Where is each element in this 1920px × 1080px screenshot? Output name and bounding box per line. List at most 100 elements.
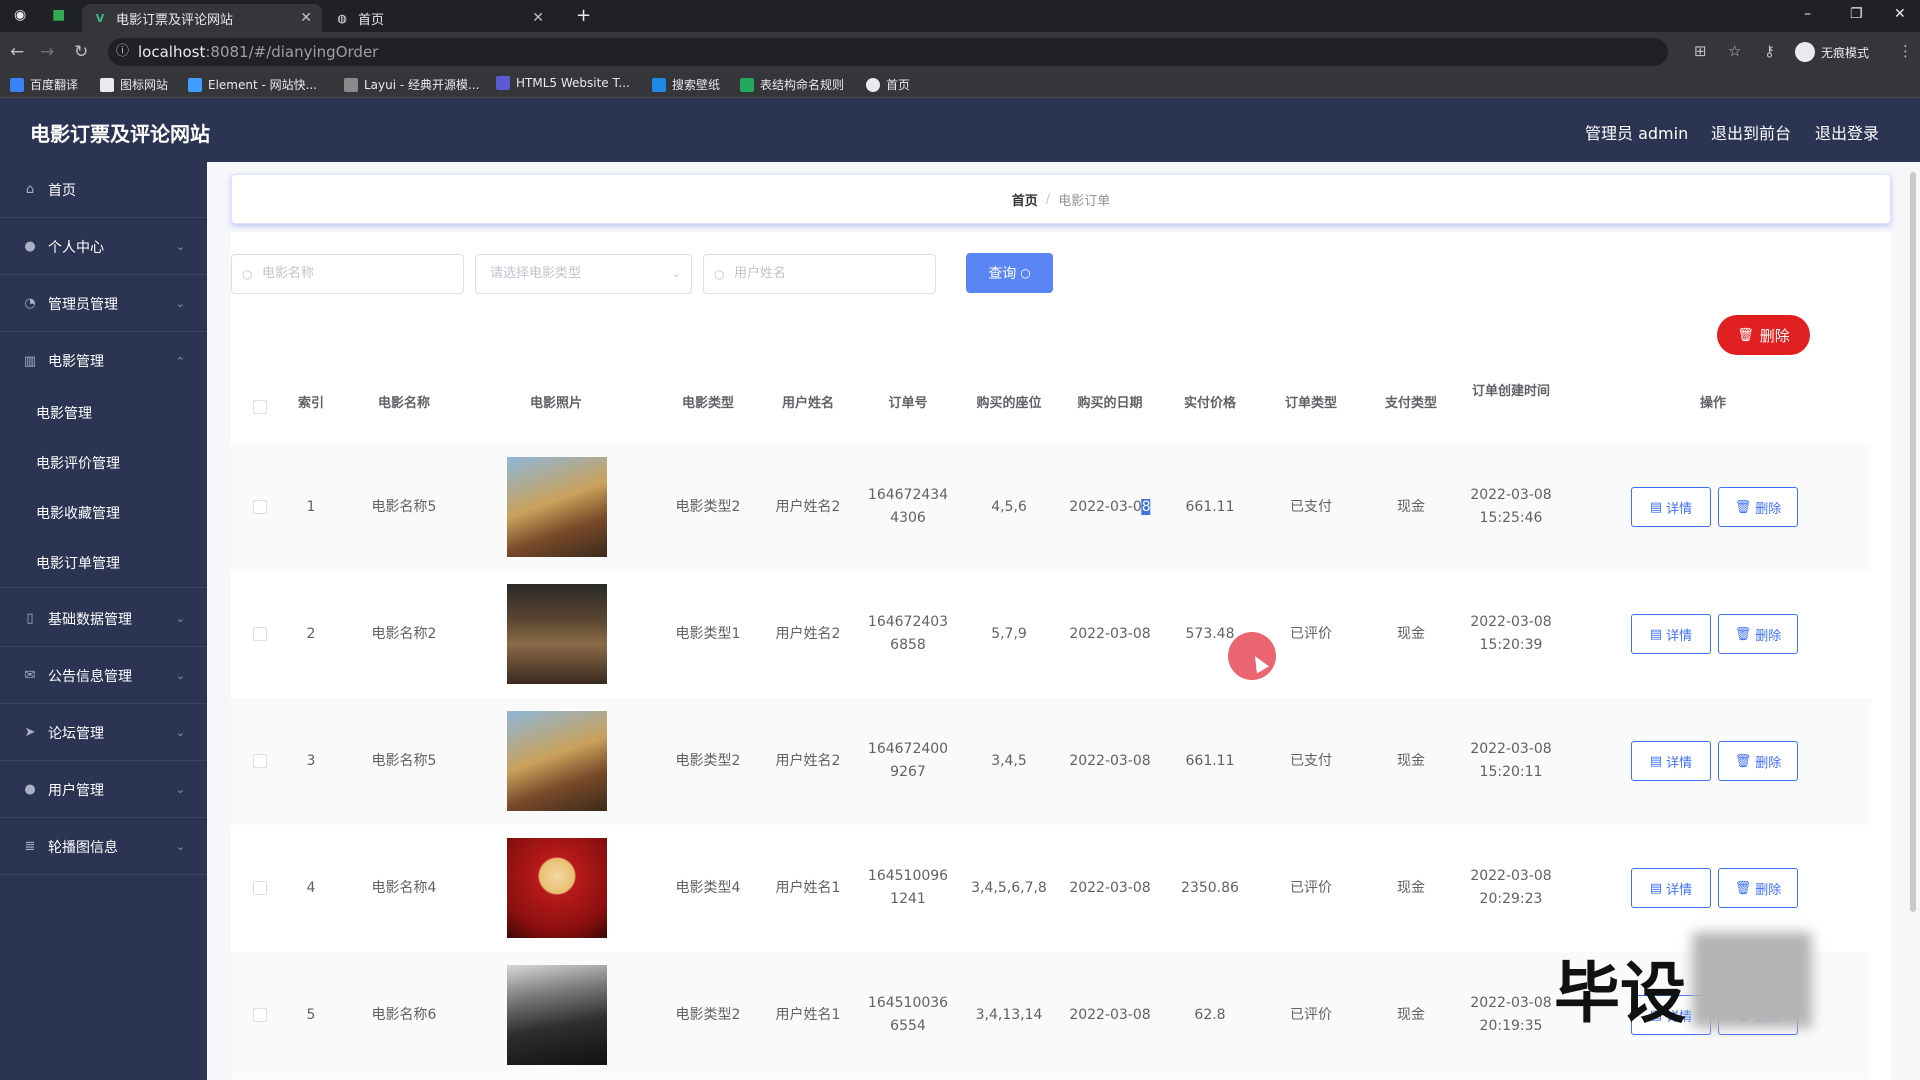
logout-link[interactable]: 退出登录 bbox=[1815, 120, 1879, 144]
sidebar-item-users[interactable]: ● 用户管理 ⌄ bbox=[0, 762, 207, 818]
browser-menu-icon[interactable]: ◉ bbox=[14, 7, 26, 23]
more-icon[interactable]: ⋮ bbox=[1898, 42, 1913, 60]
document-icon: ▤ bbox=[1649, 626, 1663, 642]
restore-icon[interactable]: ❐ bbox=[1850, 6, 1863, 22]
detail-button[interactable]: ▤ 详情 bbox=[1631, 741, 1711, 781]
cell-type: 电影类型2 bbox=[675, 1007, 741, 1023]
bookmark-icon bbox=[188, 77, 202, 92]
tab-app[interactable]: V 电影订票及评论网站 ✕ bbox=[82, 4, 322, 32]
cell-name: 电影名称4 bbox=[371, 880, 437, 896]
cell-seats: 3,4,13,14 bbox=[975, 1007, 1043, 1023]
detail-button[interactable]: ▤ 详情 bbox=[1631, 868, 1711, 908]
bookmark-item[interactable]: 图标网站 bbox=[100, 76, 168, 93]
sidebar-item-forum[interactable]: ➤ 论坛管理 ⌄ bbox=[0, 705, 207, 761]
bookmark-item[interactable]: 首页 bbox=[866, 76, 910, 93]
bookmark-item[interactable]: Layui - 经典开源模... bbox=[344, 76, 479, 93]
user-icon: ● bbox=[24, 239, 36, 254]
cell-index: 2 bbox=[306, 626, 316, 642]
trash-icon: 🗑 bbox=[1734, 880, 1752, 896]
url-field[interactable]: ⓘ localhost:8081/#/dianyingOrder bbox=[108, 38, 1668, 66]
delete-button[interactable]: 🗑删除 bbox=[1718, 868, 1798, 908]
row-checkbox[interactable] bbox=[253, 500, 267, 514]
row-checkbox[interactable] bbox=[253, 1008, 267, 1022]
scrollbar[interactable] bbox=[1910, 172, 1916, 912]
key-icon[interactable]: ⚷ bbox=[1764, 42, 1775, 60]
cell-date: 2022-03-08 bbox=[1069, 626, 1151, 642]
close-window-icon[interactable]: ✕ bbox=[1894, 6, 1906, 22]
breadcrumb-home[interactable]: 首页 bbox=[1012, 190, 1038, 209]
minimize-icon[interactable]: – bbox=[1804, 6, 1811, 22]
stack-icon: ≣ bbox=[24, 839, 36, 854]
cell-type: 电影类型2 bbox=[675, 499, 741, 515]
delete-button[interactable]: 🗑删除 bbox=[1718, 487, 1798, 527]
sidebar-subitem-favorite-manage[interactable]: 电影收藏管理 bbox=[0, 488, 207, 538]
detail-button[interactable]: ▤ 详情 bbox=[1631, 487, 1711, 527]
cell-pay-type: 现金 bbox=[1397, 880, 1425, 896]
trash-icon: 🗑 bbox=[1734, 499, 1752, 515]
row-checkbox[interactable] bbox=[253, 881, 267, 895]
home-icon: ⌂ bbox=[25, 182, 35, 197]
tab-home[interactable]: ◍ 首页 ✕ bbox=[324, 4, 554, 32]
movie-poster bbox=[507, 584, 607, 684]
delete-button[interactable]: 🗑删除 bbox=[1718, 614, 1798, 654]
sidebar-item-basic-data[interactable]: ▯ 基础数据管理 ⌄ bbox=[0, 591, 207, 647]
cell-order-type: 已评价 bbox=[1290, 626, 1332, 642]
new-tab-icon[interactable]: + bbox=[576, 5, 591, 26]
sidebar-item-movies[interactable]: ▥ 电影管理 ⌃ bbox=[0, 333, 207, 389]
user-name-input[interactable]: ○ 用户姓名 bbox=[703, 254, 936, 294]
table-row: 1 电影名称5 电影类型2 用户姓名2 164672434 4306 4,5,6 … bbox=[231, 444, 1871, 571]
cell-pay-type: 现金 bbox=[1397, 1007, 1425, 1023]
movie-name-input[interactable]: ○ 电影名称 bbox=[231, 254, 464, 294]
delete-button[interactable]: 🗑删除 bbox=[1718, 741, 1798, 781]
close-icon[interactable]: ✕ bbox=[300, 10, 312, 26]
cell-order-no: 164510036 6554 bbox=[867, 995, 949, 1034]
cell-date: 2022-03-08 bbox=[1069, 499, 1151, 515]
select-all-checkbox[interactable] bbox=[253, 400, 267, 414]
reload-icon[interactable]: ↻ bbox=[74, 42, 88, 62]
sidebar-subitem-movie-manage[interactable]: 电影管理 bbox=[0, 388, 207, 438]
sidebar-item-home[interactable]: ⌂ 首页 bbox=[0, 162, 207, 218]
incognito-indicator[interactable]: 无痕模式 bbox=[1795, 42, 1869, 62]
vue-icon: V bbox=[95, 11, 105, 25]
cell-seats: 3,4,5 bbox=[991, 753, 1027, 769]
cell-price: 661.11 bbox=[1185, 499, 1235, 515]
header-poster: 电影照片 bbox=[529, 396, 583, 411]
bookmark-item[interactable]: HTML5 Website T... bbox=[496, 76, 630, 90]
sidebar-item-admin[interactable]: ◔ 管理员管理 ⌄ bbox=[0, 276, 207, 332]
batch-delete-button[interactable]: 🗑 删除 bbox=[1717, 315, 1810, 355]
cell-price: 573.48 bbox=[1185, 626, 1235, 642]
bookmark-item[interactable]: 搜索壁纸 bbox=[652, 76, 720, 93]
row-checkbox[interactable] bbox=[253, 754, 267, 768]
click-indicator bbox=[1228, 632, 1276, 680]
movie-poster bbox=[507, 965, 607, 1065]
cell-order-no: 164672400 9267 bbox=[867, 741, 949, 780]
bookmark-icon bbox=[10, 77, 24, 92]
translate-icon[interactable]: ⊞ bbox=[1694, 42, 1707, 60]
cell-name: 电影名称2 bbox=[371, 626, 437, 642]
sidebar-subitem-order-manage[interactable]: 电影订单管理 bbox=[0, 538, 207, 588]
bookmark-item[interactable]: Element - 网站快... bbox=[188, 76, 317, 93]
detail-button[interactable]: ▤ 详情 bbox=[1631, 614, 1711, 654]
bookmark-item[interactable]: 百度翻译 bbox=[10, 76, 78, 93]
incognito-icon bbox=[1795, 42, 1815, 62]
star-icon[interactable]: ☆ bbox=[1728, 42, 1741, 60]
back-icon[interactable]: ← bbox=[10, 42, 24, 62]
chevron-down-icon: ⌄ bbox=[175, 669, 185, 682]
sidebar: ⌂ 首页 ● 个人中心 ⌄ ◔ 管理员管理 ⌄ ▥ 电影管理 ⌃ 电影管理 电影评价管理 电影… bbox=[0, 162, 207, 1080]
close-icon[interactable]: ✕ bbox=[532, 10, 544, 26]
sidebar-subitem-review-manage[interactable]: 电影评价管理 bbox=[0, 438, 207, 488]
row-checkbox[interactable] bbox=[253, 627, 267, 641]
tab-title: 首页 bbox=[358, 12, 385, 28]
forward-icon[interactable]: → bbox=[40, 42, 54, 62]
sidebar-item-carousel[interactable]: ≣ 轮播图信息 ⌄ bbox=[0, 819, 207, 875]
movie-type-select[interactable]: 请选择电影类型 ⌄ bbox=[475, 254, 692, 294]
header-price: 实付价格 bbox=[1183, 396, 1237, 411]
pinned-tab-icon[interactable]: ■ bbox=[52, 7, 65, 23]
search-icon: ○ bbox=[714, 267, 725, 281]
sidebar-item-notice[interactable]: ✉ 公告信息管理 ⌄ bbox=[0, 648, 207, 704]
query-button[interactable]: 查询 ○ bbox=[966, 253, 1053, 293]
bookmark-item[interactable]: 表结构命名规则 bbox=[740, 76, 844, 93]
to-front-link[interactable]: 退出到前台 bbox=[1711, 120, 1791, 144]
header-seats: 购买的座位 bbox=[976, 396, 1042, 411]
sidebar-item-profile[interactable]: ● 个人中心 ⌄ bbox=[0, 219, 207, 275]
